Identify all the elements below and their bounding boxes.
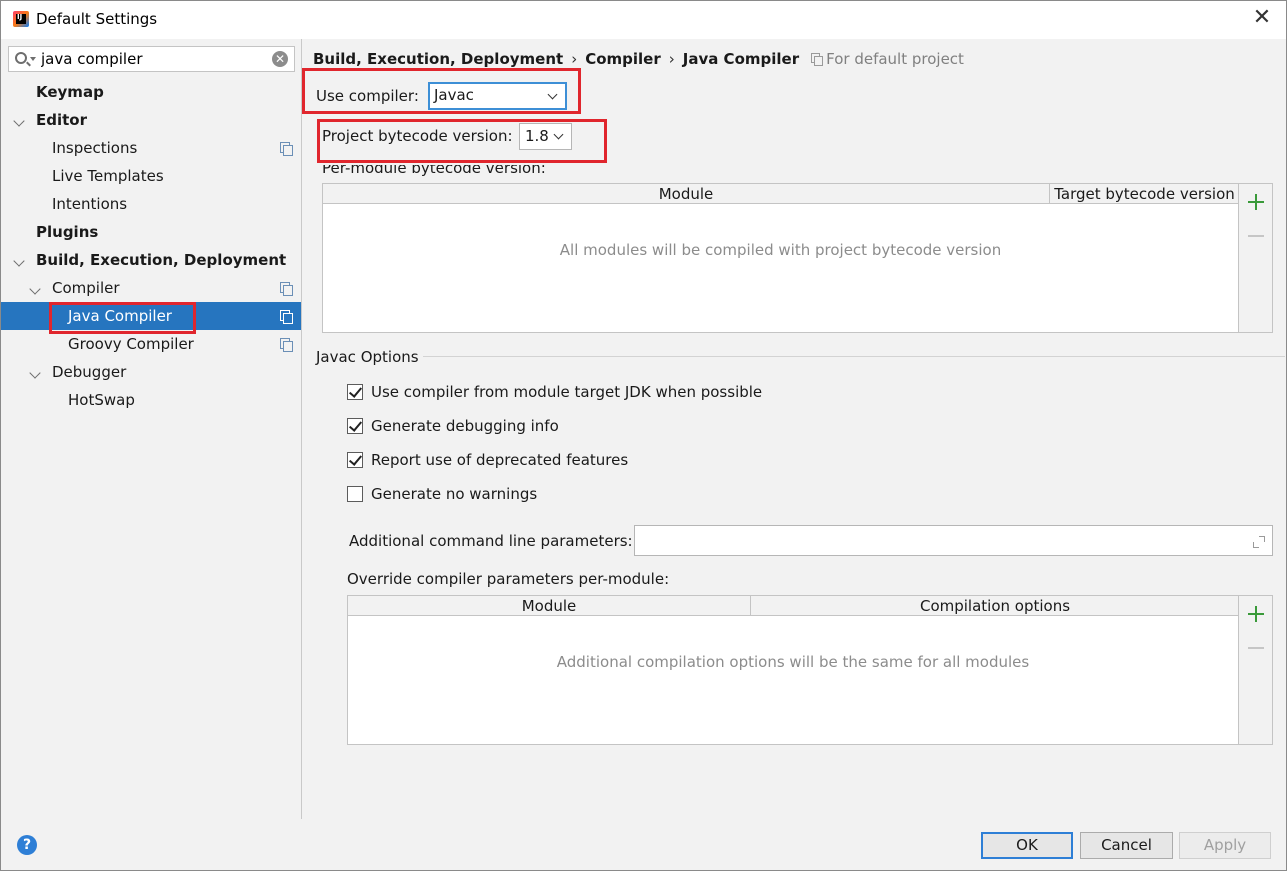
sidebar-item-inspections[interactable]: Inspections [1, 134, 301, 162]
checkbox-label[interactable]: Report use of deprecated features [371, 449, 628, 471]
sidebar-item-label: Inspections [52, 139, 138, 157]
checkbox-label[interactable]: Generate no warnings [371, 483, 537, 505]
sidebar-item-label: Debugger [52, 363, 127, 381]
checkbox-label[interactable]: Use compiler from module target JDK when… [371, 381, 762, 403]
column-target-bytecode[interactable]: Target bytecode version [1050, 184, 1239, 204]
plus-icon[interactable] [1248, 606, 1264, 622]
settings-search-input[interactable] [41, 49, 261, 69]
minus-icon[interactable] [1248, 235, 1264, 237]
sidebar-item-label: HotSwap [68, 391, 135, 409]
chevron-down-icon[interactable] [13, 115, 25, 127]
override-table[interactable]: Module Compilation options Additional co… [347, 595, 1239, 745]
sidebar-item-intentions[interactable]: Intentions [1, 190, 301, 218]
search-history-caret-icon[interactable] [30, 57, 36, 61]
sidebar-item-plugins[interactable]: Plugins [1, 218, 301, 246]
per-module-label: Per-module bytecode version: [322, 159, 546, 177]
sidebar-item-label: Live Templates [52, 167, 164, 185]
settings-window: IJ Default Settings ✕ ✕ Keymap Editor Insp… [0, 0, 1287, 871]
per-module-empty-text: All modules will be compiled with projec… [559, 241, 1002, 259]
copy-scope-icon [280, 282, 293, 296]
override-label: Override compiler parameters per-module: [347, 570, 670, 588]
sidebar-item-label: Intentions [52, 195, 128, 213]
bytecode-version-label: Project bytecode version: [322, 127, 513, 145]
column-module[interactable]: Module [323, 184, 1050, 204]
chevron-down-icon[interactable] [13, 255, 25, 267]
minus-icon[interactable] [1248, 647, 1264, 649]
copy-scope-icon [280, 142, 293, 156]
sidebar-item-editor[interactable]: Editor [1, 106, 301, 134]
use-compiler-dropdown[interactable]: Javac [428, 82, 567, 110]
use-compiler-value: Javac [434, 86, 474, 104]
breadcrumb-build: Build, Execution, Deployment [313, 50, 564, 68]
sidebar-item-compiler[interactable]: Compiler [1, 274, 301, 302]
sidebar-item-label: Keymap [36, 83, 104, 101]
use-compiler-label: Use compiler: [316, 87, 419, 105]
per-module-toolbar [1239, 183, 1273, 333]
clear-icon[interactable]: ✕ [272, 51, 288, 67]
sidebar-item-label: Build, Execution, Deployment [36, 251, 287, 269]
help-icon[interactable]: ? [17, 835, 37, 855]
intellij-idea-icon: IJ [13, 11, 29, 27]
column-compilation-options[interactable]: Compilation options [751, 596, 1239, 616]
chevron-down-icon [553, 129, 564, 140]
expand-icon[interactable] [1253, 536, 1265, 548]
sidebar-item-groovy-compiler[interactable]: Groovy Compiler [1, 330, 301, 358]
additional-params-input[interactable] [634, 525, 1273, 556]
sidebar-item-live-templates[interactable]: Live Templates [1, 162, 301, 190]
sidebar-item-java-compiler[interactable]: Java Compiler [1, 302, 301, 330]
search-icon[interactable] [15, 52, 27, 64]
java-compiler-panel: Build, Execution, Deployment › Compiler › Ja… [302, 39, 1286, 819]
copy-scope-icon [280, 338, 293, 352]
sidebar-item-label: Plugins [36, 223, 99, 241]
title-bar: IJ Default Settings ✕ [1, 1, 1286, 39]
plus-icon[interactable] [1248, 194, 1264, 210]
additional-params-label: Additional command line parameters: [349, 532, 633, 550]
sidebar-item-label: Groovy Compiler [68, 335, 194, 353]
copy-scope-icon [280, 310, 293, 324]
override-empty-text: Additional compilation options will be t… [556, 653, 1030, 671]
sidebar-item-build-execution-deployment[interactable]: Build, Execution, Deployment [1, 246, 301, 274]
sidebar-item-label: Compiler [52, 279, 120, 297]
bytecode-version-value: 1.8 [525, 127, 549, 145]
sidebar-item-label: Java Compiler [68, 307, 172, 325]
window-title: Default Settings [36, 10, 158, 28]
column-module[interactable]: Module [348, 596, 751, 616]
sidebar-item-label: Editor [36, 111, 87, 129]
per-module-table[interactable]: Module Target bytecode version All modul… [322, 183, 1239, 333]
chevron-down-icon [547, 89, 558, 100]
cancel-button[interactable]: Cancel [1080, 832, 1173, 859]
dialog-button-bar: ? OK Cancel Apply [1, 819, 1286, 870]
settings-search-box[interactable]: ✕ [8, 46, 295, 72]
settings-sidebar: ✕ Keymap Editor Inspections Live Templates I… [1, 39, 302, 819]
breadcrumb-separator: › [571, 50, 578, 68]
sidebar-item-debugger[interactable]: Debugger [1, 358, 301, 386]
ok-button[interactable]: OK [981, 832, 1073, 859]
bytecode-version-dropdown[interactable]: 1.8 [519, 123, 572, 150]
checkbox-box[interactable] [347, 452, 363, 468]
scope-label: For default project [826, 50, 964, 68]
override-table-header: Module Compilation options [348, 596, 1238, 616]
sidebar-item-keymap[interactable]: Keymap [1, 78, 301, 106]
close-icon[interactable]: ✕ [1252, 7, 1272, 29]
chevron-down-icon[interactable] [29, 367, 41, 379]
breadcrumb: Build, Execution, Deployment › Compiler › Ja… [313, 50, 964, 70]
override-toolbar [1239, 595, 1273, 745]
javac-options-title: Javac Options [316, 348, 419, 366]
breadcrumb-separator: › [668, 50, 675, 68]
breadcrumb-java-compiler: Java Compiler [682, 50, 800, 68]
checkbox-label[interactable]: Generate debugging info [371, 415, 559, 437]
apply-button[interactable]: Apply [1179, 832, 1271, 859]
per-module-table-header: Module Target bytecode version [323, 184, 1238, 204]
sidebar-item-hotswap[interactable]: HotSwap [1, 386, 301, 414]
breadcrumb-compiler: Compiler [585, 50, 661, 68]
group-divider [423, 356, 1285, 357]
chevron-down-icon[interactable] [29, 283, 41, 295]
copy-scope-icon [811, 53, 824, 66]
checkbox-box[interactable] [347, 486, 363, 502]
checkbox-box[interactable] [347, 418, 363, 434]
checkbox-box[interactable] [347, 384, 363, 400]
